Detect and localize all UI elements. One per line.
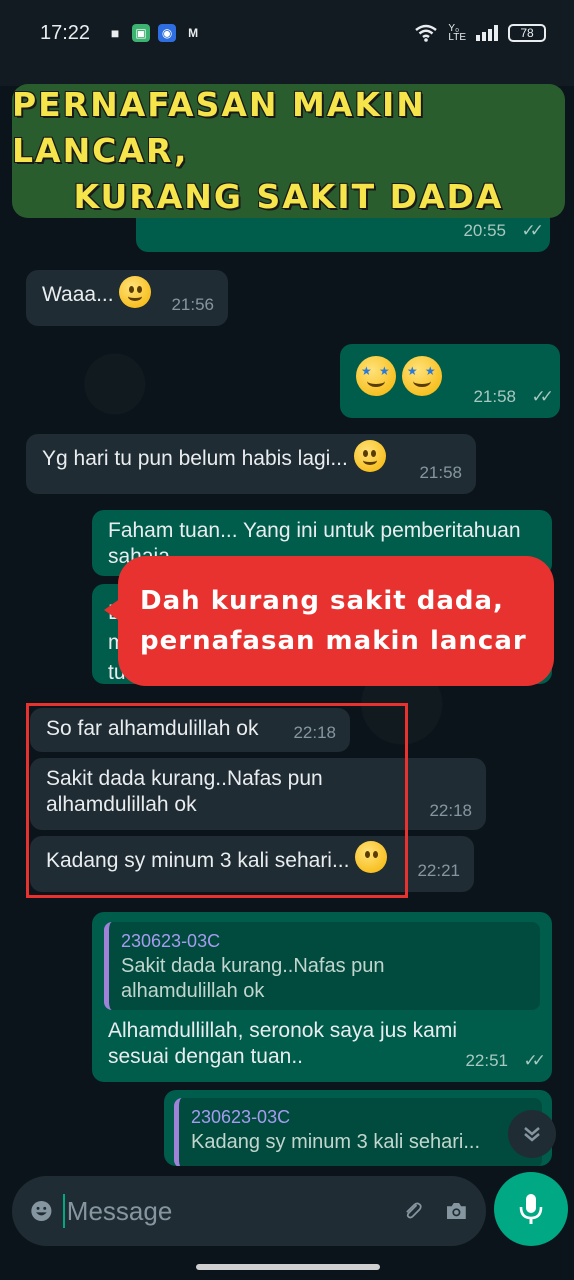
- camera-icon[interactable]: [445, 1196, 468, 1226]
- message-time: 21:58: [473, 387, 516, 406]
- message-time: 21:58: [419, 463, 462, 482]
- quoted-message[interactable]: 230623-03C Kadang sy minum 3 kali sehari…: [174, 1098, 542, 1166]
- callout-line-1: Dah kurang sakit dada,: [140, 586, 504, 616]
- smile-emoji-icon: [119, 276, 152, 309]
- grin-emoji-icon: [353, 440, 386, 473]
- message-input[interactable]: [64, 1195, 402, 1227]
- quote-text: Kadang sy minum 3 kali sehari...: [191, 1131, 481, 1153]
- lte-icon: Y₀ LTE: [448, 23, 466, 43]
- scroll-down-icon: [524, 1127, 540, 1142]
- headline-banner: PERNAFASAN MAKIN LANCAR, KURANG SAKIT DA…: [12, 84, 565, 218]
- notification-icons: ■ ▣ ◉ M: [106, 24, 202, 42]
- message-time: 22:21: [417, 861, 460, 880]
- headline-line-1: PERNAFASAN MAKIN LANCAR,: [12, 85, 426, 170]
- status-time: 17:22: [40, 21, 91, 44]
- message-bubble[interactable]: 230623-03C Kadang sy minum 3 kali sehari…: [164, 1090, 552, 1166]
- app-icon: ▣: [132, 24, 151, 42]
- message-time: 22:51: [465, 1051, 508, 1070]
- quote-text: Sakit dada kurang..Nafas pun alhamdulill…: [121, 955, 385, 1002]
- mic-button[interactable]: [494, 1172, 568, 1246]
- message-text: Alhamdullillah, seronok saya jus kami se…: [108, 1019, 457, 1068]
- message-bubble[interactable]: Waaa... 21:56: [26, 270, 228, 326]
- callout-banner: Dah kurang sakit dada, pernafasan makin …: [104, 556, 554, 686]
- read-ticks-icon: ✓✓: [521, 221, 544, 240]
- message-bubble[interactable]: Yg hari tu pun belum habis lagi... 21:58: [26, 434, 476, 494]
- attach-icon[interactable]: [402, 1195, 423, 1227]
- mail-icon: M: [188, 26, 199, 40]
- gamepad-icon: ■: [110, 25, 120, 41]
- message-text: Yg hari tu pun belum habis lagi...: [42, 447, 348, 470]
- status-bar: 17:22 ■ ▣ ◉ M Y₀ LTE 78: [0, 0, 574, 66]
- status-right: Y₀ LTE 78: [414, 23, 546, 43]
- message-input-bar: [12, 1176, 486, 1246]
- radio-icon: ◉: [158, 24, 177, 42]
- message-time: 20:55: [463, 221, 506, 240]
- wifi-icon: [415, 24, 438, 42]
- message-bubble[interactable]: ★ ★ ★ ★ 21:58 ✓✓: [340, 344, 560, 418]
- headline-line-2: KURANG SAKIT DADA: [73, 177, 504, 216]
- read-ticks-icon: ✓✓: [523, 1051, 546, 1070]
- callout-line-2: pernafasan makin lancar: [140, 626, 527, 656]
- highlight-box: [26, 703, 408, 898]
- battery-icon: 78: [508, 24, 546, 42]
- message-time: 22:18: [429, 801, 472, 820]
- quote-author: 230623-03C: [191, 1107, 291, 1127]
- read-ticks-icon: ✓✓: [531, 387, 554, 406]
- mic-icon: [519, 1194, 543, 1224]
- star-struck-emoji-icon: ★ ★: [401, 356, 442, 396]
- star-struck-emoji-icon: ★ ★: [356, 356, 396, 396]
- signal-icon: [476, 25, 498, 41]
- message-text: Waaa...: [42, 283, 114, 306]
- message-time: 21:56: [171, 295, 214, 314]
- emoji-icon[interactable]: [30, 1194, 53, 1228]
- quote-author: 230623-03C: [121, 931, 221, 951]
- gesture-nav-handle[interactable]: [196, 1264, 380, 1270]
- message-bubble[interactable]: 230623-03C Sakit dada kurang..Nafas pun …: [92, 912, 552, 1082]
- scroll-down-button[interactable]: [508, 1110, 556, 1158]
- quoted-message[interactable]: 230623-03C Sakit dada kurang..Nafas pun …: [104, 922, 540, 1010]
